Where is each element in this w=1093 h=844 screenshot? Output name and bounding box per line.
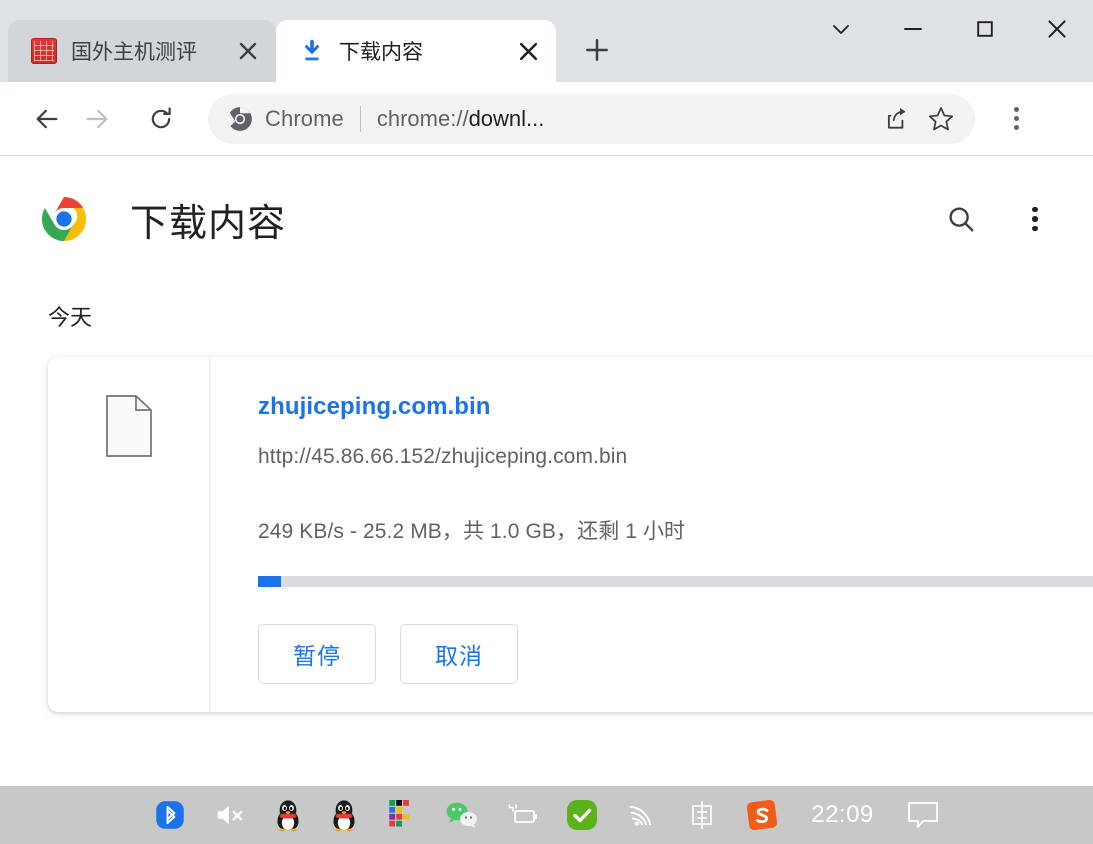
browser-menu-button[interactable]: [991, 94, 1041, 144]
search-icon[interactable]: [937, 195, 985, 243]
file-icon-column: [48, 357, 210, 712]
qq-penguin-icon-2[interactable]: [329, 798, 359, 832]
download-item-body: zhujiceping.com.bin http://45.86.66.152/…: [210, 357, 1093, 712]
browser-toolbar: Chrome chrome://downl...: [0, 82, 1093, 156]
tab-list: 国外主机测评 下载内容: [0, 0, 620, 82]
tab-close-icon[interactable]: [514, 37, 542, 65]
address-bar[interactable]: Chrome chrome://downl...: [208, 93, 975, 144]
omnibox-chip-label: Chrome: [265, 105, 344, 131]
three-dot-menu-icon: [1013, 105, 1019, 132]
minimize-button[interactable]: [877, 0, 949, 58]
download-progress-bar: [258, 576, 1093, 587]
new-tab-button[interactable]: [574, 27, 620, 73]
green-check-icon[interactable]: [565, 798, 599, 832]
pause-button[interactable]: 暂停: [258, 624, 376, 684]
forward-button: [72, 94, 122, 144]
chrome-logo: [40, 195, 88, 243]
chevron-down-icon[interactable]: [805, 0, 877, 58]
star-icon[interactable]: [921, 99, 961, 139]
wifi-icon[interactable]: [625, 798, 659, 832]
system-taskbar: 22:09: [0, 786, 1093, 844]
tab-strip: 国外主机测评 下载内容: [0, 0, 1093, 82]
maximize-button[interactable]: [949, 0, 1021, 58]
tab-title: 下载内容: [339, 41, 423, 64]
sogou-icon[interactable]: [745, 798, 779, 832]
download-progress-fill: [258, 576, 281, 587]
generic-file-icon: [105, 395, 152, 457]
tab-close-icon[interactable]: [234, 37, 262, 65]
download-file-name-link[interactable]: zhujiceping.com.bin: [258, 393, 491, 421]
download-status-text: 249 KB/s - 25.2 MB，共 1.0 GB，还剩 1 小时: [258, 520, 686, 543]
window-controls: [805, 0, 1093, 58]
cancel-button[interactable]: 取消: [400, 624, 518, 684]
taskbar-clock[interactable]: 22:09: [811, 801, 874, 829]
omnibox-url-scheme: chrome://: [376, 105, 469, 131]
download-icon: [298, 37, 326, 65]
download-source-url: http://45.86.66.152/zhujiceping.com.bin: [258, 445, 628, 468]
speaker-muted-icon[interactable]: [213, 798, 247, 832]
section-heading-today: 今天: [48, 305, 93, 330]
downloads-page-header: 下载内容: [0, 156, 1093, 252]
tab-title: 国外主机测评: [71, 41, 197, 64]
omnibox-url-path: downl...: [468, 105, 545, 131]
close-button[interactable]: [1021, 0, 1093, 58]
red-seal-icon: [30, 37, 58, 65]
notification-bubble-icon[interactable]: [906, 798, 940, 832]
wechat-icon[interactable]: [445, 798, 479, 832]
share-icon[interactable]: [877, 99, 917, 139]
tab-guowai-zhuji-ceping[interactable]: 国外主机测评: [8, 20, 276, 82]
color-grid-icon[interactable]: [385, 798, 419, 832]
page-menu-button[interactable]: [1011, 195, 1059, 243]
download-actions: 暂停 取消: [258, 624, 1093, 684]
chrome-mono-icon: [226, 105, 254, 133]
back-button[interactable]: [22, 94, 72, 144]
page-title: 下载内容: [130, 202, 287, 245]
downloads-page: zhujiceping.com 下载内容: [0, 156, 1093, 786]
bluetooth-icon[interactable]: [153, 798, 187, 832]
download-item-card: zhujiceping.com.bin http://45.86.66.152/…: [48, 357, 1093, 712]
ime-chinese-icon[interactable]: [685, 798, 719, 832]
omnibox-url: chrome://downl...: [377, 106, 873, 132]
omnibox-divider: [359, 105, 361, 132]
tab-downloads[interactable]: 下载内容: [276, 20, 556, 82]
reload-button[interactable]: [136, 94, 186, 144]
three-dot-menu-icon: [1032, 205, 1038, 234]
qq-penguin-icon[interactable]: [273, 798, 303, 832]
battery-charging-icon[interactable]: [505, 798, 539, 832]
